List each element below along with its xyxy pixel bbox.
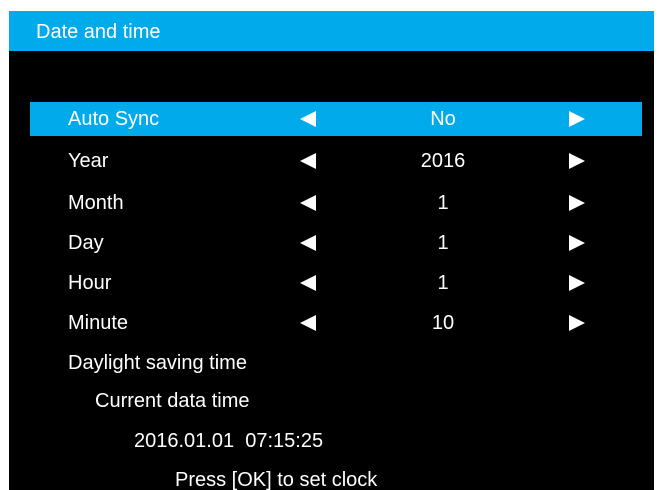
decrease-arrow-icon[interactable] xyxy=(300,153,316,169)
increase-arrow-icon[interactable] xyxy=(569,275,585,291)
menu-row-label: Month xyxy=(68,192,124,214)
current-datetime-value: 2016.01.01 07:15:25 xyxy=(134,430,324,452)
menu-row-value: No xyxy=(430,108,456,130)
menu-row-value: 10 xyxy=(431,312,455,334)
menu-row-month[interactable]: Month 1 xyxy=(30,186,642,220)
menu-row-year[interactable]: Year 2016 xyxy=(30,144,642,178)
increase-arrow-icon[interactable] xyxy=(569,111,585,127)
menu-row-hour[interactable]: Hour 1 xyxy=(30,266,642,300)
menu-row-minute[interactable]: Minute 10 xyxy=(30,306,642,340)
increase-arrow-icon[interactable] xyxy=(569,153,585,169)
menu-row-value: 2016 xyxy=(420,150,466,172)
daylight-saving-label: Daylight saving time xyxy=(68,352,247,374)
increase-arrow-icon[interactable] xyxy=(569,315,585,331)
decrease-arrow-icon[interactable] xyxy=(300,111,316,127)
menu-row-daylight-saving[interactable]: Daylight saving time xyxy=(30,346,642,380)
decrease-arrow-icon[interactable] xyxy=(300,315,316,331)
decrease-arrow-icon[interactable] xyxy=(300,275,316,291)
menu-row-value: 1 xyxy=(437,192,449,214)
menu-row-label: Day xyxy=(68,232,104,254)
menu-row-value: 1 xyxy=(437,232,449,254)
page-title: Date and time xyxy=(36,21,161,43)
menu-row-label: Year xyxy=(68,150,109,172)
set-clock-hint: Press [OK] to set clock xyxy=(175,469,378,490)
menu-row-day[interactable]: Day 1 xyxy=(30,226,642,260)
current-time-heading: Current data time xyxy=(95,390,250,412)
increase-arrow-icon[interactable] xyxy=(569,235,585,251)
decrease-arrow-icon[interactable] xyxy=(300,235,316,251)
osd-screen: Date and time Auto Sync No Year 2016 Mon… xyxy=(9,11,654,490)
menu-row-label: Auto Sync xyxy=(68,108,160,130)
title-bar: Date and time xyxy=(9,11,654,51)
menu-row-value: 1 xyxy=(437,272,449,294)
menu-row-auto-sync[interactable]: Auto Sync No xyxy=(30,102,642,136)
decrease-arrow-icon[interactable] xyxy=(300,195,316,211)
increase-arrow-icon[interactable] xyxy=(569,195,585,211)
menu-row-label: Hour xyxy=(68,272,112,294)
menu-row-label: Minute xyxy=(68,312,129,334)
